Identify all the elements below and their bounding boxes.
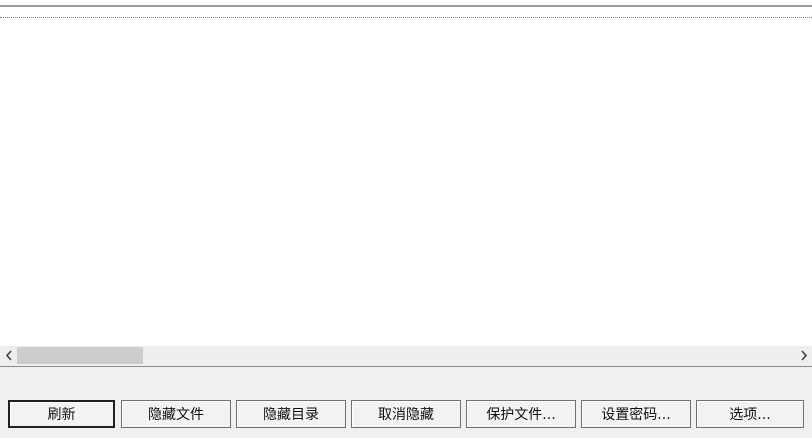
options-button[interactable]: 选项... (696, 400, 804, 428)
file-list-body[interactable] (0, 20, 812, 346)
protect-file-button[interactable]: 保护文件... (466, 400, 576, 428)
button-bar: 刷新 隐藏文件 隐藏目录 取消隐藏 保护文件... 设置密码... 选项... (0, 367, 812, 438)
file-list-view[interactable] (0, 0, 812, 365)
hide-directory-button[interactable]: 隐藏目录 (236, 400, 346, 428)
chevron-left-icon (5, 350, 12, 361)
list-header-border (0, 5, 812, 7)
scroll-right-button[interactable] (795, 346, 812, 365)
list-header-separator (0, 17, 812, 18)
scroll-left-button[interactable] (0, 346, 17, 365)
scrollbar-track[interactable] (17, 346, 795, 365)
hide-file-button[interactable]: 隐藏文件 (121, 400, 231, 428)
refresh-button[interactable]: 刷新 (8, 400, 115, 428)
chevron-right-icon (800, 350, 807, 361)
unhide-button[interactable]: 取消隐藏 (351, 400, 461, 428)
horizontal-scrollbar[interactable] (0, 346, 812, 365)
set-password-button[interactable]: 设置密码... (581, 400, 691, 428)
scrollbar-thumb[interactable] (17, 347, 143, 364)
